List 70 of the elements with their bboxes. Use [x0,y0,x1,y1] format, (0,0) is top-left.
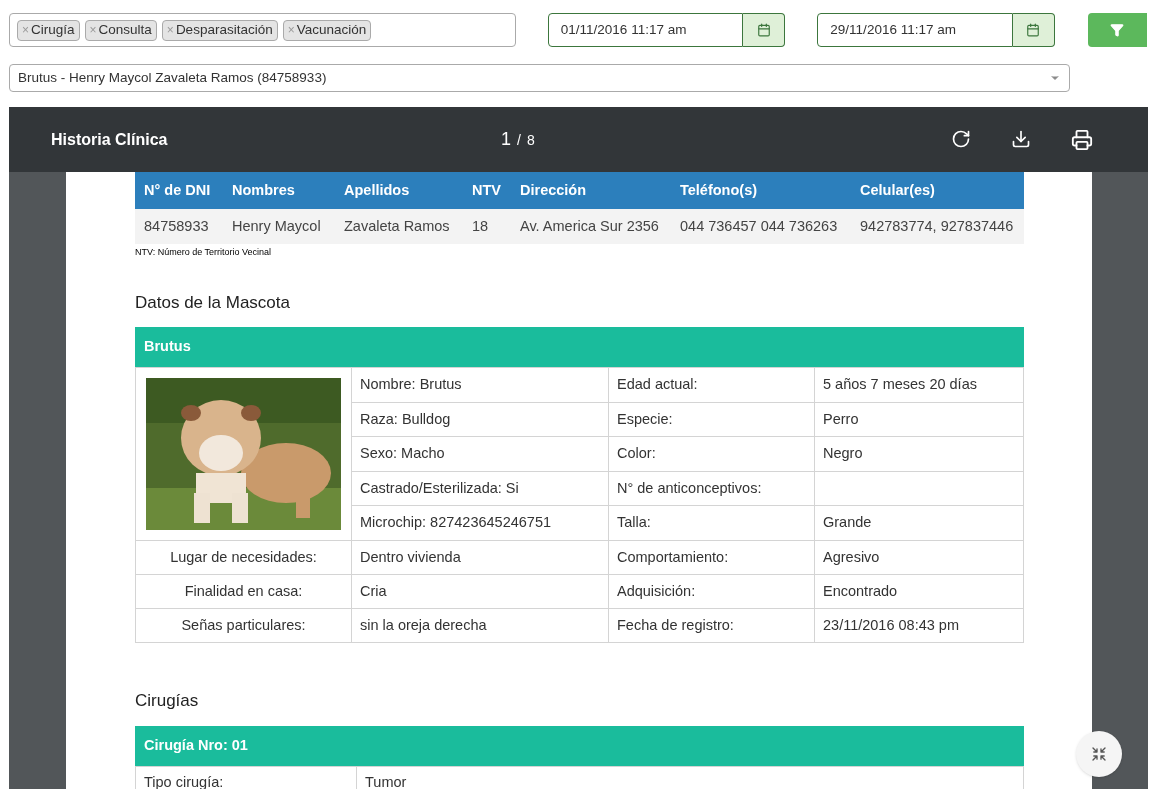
table-cell: Especie: [608,402,815,437]
table-cell: Negro [814,436,1024,472]
table-cell: 5 años 7 meses 20 días [814,367,1024,403]
table-cell: Agresivo [814,540,1024,575]
table-cell: Henry Maycol [223,209,335,244]
calendar-icon [1026,23,1041,37]
surgery-header: Cirugía Nro: 01 [135,725,1024,766]
date-from-field[interactable]: 01/11/2016 11:17 am [547,13,744,47]
column-header: Teléfono(s) [671,172,851,209]
table-cell: 942783774, 927837446 [851,209,1024,244]
footnote: NTV: Número de Territorio Vecinal [135,246,273,259]
table-cell: Raza: Bulldog [351,402,609,437]
calendar-button[interactable] [743,13,786,47]
table-cell: 23/11/2016 08:43 pm [814,608,1024,643]
column-header: N° de DNI [135,172,223,209]
table-cell: Adquisición: [608,574,815,609]
shrink-icon [1091,746,1107,762]
table-cell: Sexo: Macho [351,436,609,472]
table-cell: Color: [608,436,815,472]
document-title: Historia Clínica [51,129,169,150]
table-cell: Fecha de registro: [608,608,815,643]
pet-name-header: Brutus [135,327,1024,367]
table-cell: Señas particulares: [135,608,352,643]
table-cell: Castrado/Esterilizada: Si [351,471,609,506]
table-cell: Cria [351,574,609,609]
calendar-button[interactable] [1012,13,1055,47]
table-cell: Tumor [356,766,1024,789]
calendar-icon [756,23,771,37]
column-header: Apellidos [335,172,463,209]
date-to-field[interactable]: 29/11/2016 11:17 am [817,13,1013,47]
page-indicator: 1 / 8 [501,128,536,151]
tag-label: Consulta [98,20,152,39]
table-cell: Dentro vivienda [351,540,609,575]
column-header: Celular(es) [851,172,1024,209]
patient-select[interactable]: Brutus - Henry Maycol Zavaleta Ramos (84758933) [9,64,1070,92]
tag-label: Cirugía [31,20,75,39]
table-cell: N° de anticonceptivos: [608,471,815,506]
table-cell: 044 736457 044 736263 [671,209,851,244]
tag-label: Vacunación [296,20,367,39]
section-heading: Cirugías [135,690,200,712]
table-cell: Grande [814,505,1024,541]
table-cell: Perro [814,402,1024,437]
table-cell: Comportamiento: [608,540,815,575]
tag-chip[interactable]: ×Consulta [84,19,157,41]
tag-label: Desparasitación [175,20,273,39]
tag-chip[interactable]: ×Desparasitación [161,19,278,41]
exit-fullscreen-button[interactable] [1076,731,1122,777]
tag-chip[interactable]: ×Cirugía [17,19,80,41]
table-cell: 84758933 [135,209,223,244]
table-cell: 18 [463,209,511,244]
filter-icon [1110,23,1125,37]
print-icon[interactable] [1071,128,1093,151]
table-cell: Finalidad en casa: [135,574,352,609]
column-header: Nombres [223,172,335,209]
tag-field[interactable]: ×Cirugía ×Consulta ×Desparasitación ×Vacunación [9,13,516,47]
table-cell: Lugar de necesidades: [135,540,352,575]
table-cell: Microchip: 827423645246751 [351,505,609,541]
column-header: Dirección [511,172,671,209]
section-heading: Datos de la Mascota [135,291,291,314]
table-cell: Zavaleta Ramos [335,209,463,244]
table-cell: Av. America Sur 2356 [511,209,671,244]
tag-chip[interactable]: ×Vacunación [282,19,372,41]
download-icon[interactable] [1011,128,1031,149]
rotate-icon[interactable] [951,128,971,149]
column-header: NTV [463,172,511,209]
table-cell: Nombre: Brutus [351,367,609,403]
table-cell: Encontrado [814,574,1024,609]
table-cell: sin la oreja derecha [351,608,609,643]
table-cell: Talla: [608,505,815,541]
table-cell: Edad actual: [608,367,815,403]
